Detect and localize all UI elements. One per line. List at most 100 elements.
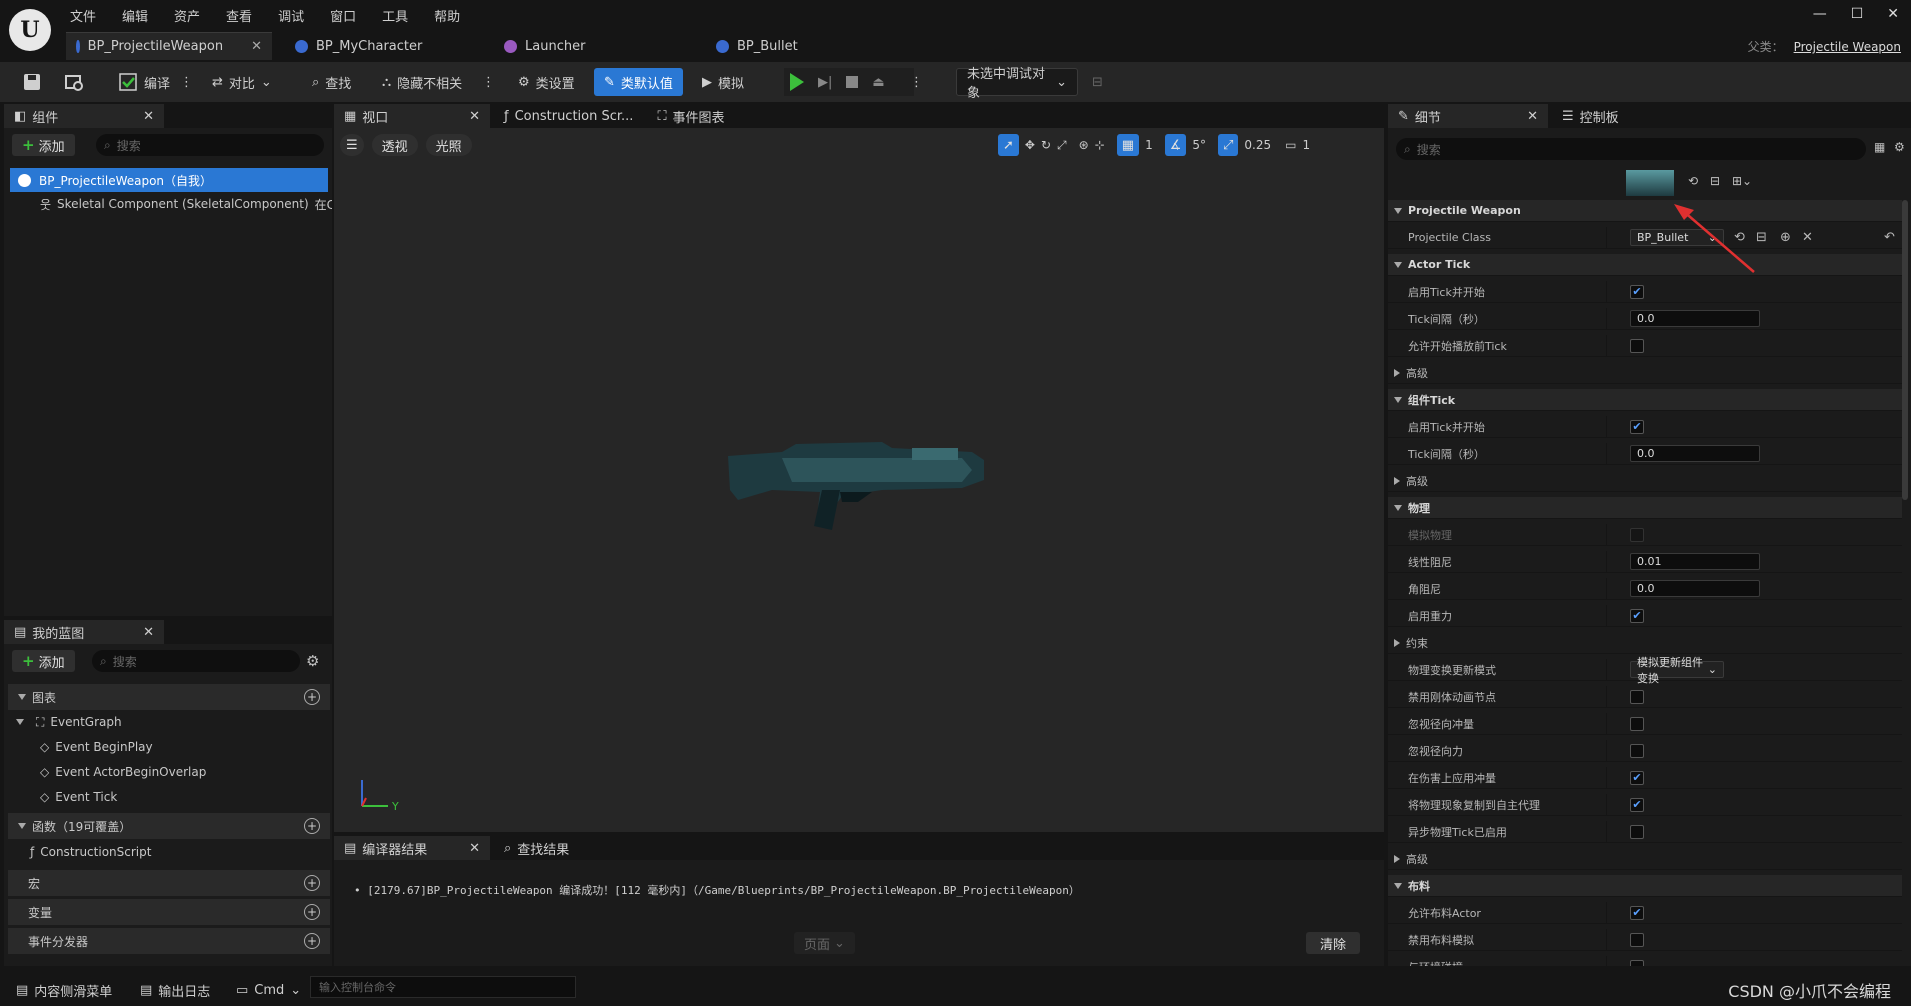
rotate-icon[interactable]: ↻ [1041, 138, 1051, 152]
property-checkbox[interactable]: ✔ [1630, 419, 1644, 434]
property-checkbox[interactable]: ✔ [1630, 905, 1644, 920]
details-section[interactable]: Actor Tick [1388, 254, 1902, 276]
eject-icon[interactable]: ⏏ [872, 75, 884, 90]
event-item[interactable]: ◇ Event ActorBeginOverlap [40, 760, 206, 784]
add-component-button[interactable]: + 添加 [12, 134, 75, 156]
menu-window[interactable]: 窗口 [330, 6, 356, 25]
components-search-input[interactable]: ⌕ 搜索 [96, 134, 324, 156]
column-divider[interactable] [1606, 524, 1607, 546]
menu-view[interactable]: 查看 [226, 6, 252, 25]
scale-snap-icon[interactable]: ⤢ [1218, 134, 1239, 156]
close-tab-icon[interactable]: ✕ [469, 109, 480, 124]
mesh-options-icon[interactable]: ⊞⌄ [1732, 174, 1752, 188]
graphs-section[interactable]: 图表 + [8, 684, 330, 710]
column-divider[interactable] [1606, 227, 1607, 249]
step-icon[interactable]: ▶| [818, 75, 832, 90]
surface-snap-icon[interactable]: ⊹ [1095, 138, 1105, 152]
property-row[interactable]: 高级 [1388, 362, 1902, 384]
rotation-snap-icon[interactable]: ∡ [1164, 134, 1187, 156]
maximize-icon[interactable]: ☐ [1851, 6, 1864, 22]
property-row[interactable]: 约束 [1388, 632, 1902, 654]
close-tab-icon[interactable]: ✕ [1527, 109, 1538, 124]
column-divider[interactable] [1606, 443, 1607, 465]
grid-snap-value[interactable]: 1 [1145, 138, 1153, 152]
console-command-input[interactable]: 输入控制台命令 [310, 976, 576, 998]
cmd-dropdown[interactable]: ▭ Cmd ⌄ [230, 976, 307, 1004]
minimize-icon[interactable]: — [1813, 6, 1827, 22]
event-item[interactable]: ◇ Event Tick [40, 785, 117, 809]
tab-find-results[interactable]: ⌕ 查找结果 [494, 836, 580, 860]
table-view-icon[interactable]: ▦ [1874, 140, 1885, 154]
property-value-input[interactable]: 0.0 [1630, 445, 1760, 462]
translate-icon[interactable]: ✥ [1025, 138, 1035, 152]
column-divider[interactable] [1606, 551, 1607, 573]
menu-help[interactable]: 帮助 [434, 6, 460, 25]
tab-compiler-results[interactable]: ▤ 编译器结果 ✕ [334, 836, 490, 860]
column-divider[interactable] [1606, 713, 1607, 735]
debug-filter-icon[interactable]: ⊟ [1086, 68, 1109, 96]
details-scrollbar[interactable] [1902, 200, 1908, 500]
column-divider[interactable] [1606, 902, 1607, 924]
variables-section[interactable]: 变量 + [8, 899, 330, 925]
property-row[interactable]: 高级 [1388, 470, 1902, 492]
scale-icon[interactable]: ⤢ [1057, 138, 1067, 153]
construction-script-item[interactable]: ƒ ConstructionScript [30, 840, 151, 864]
debug-target-dropdown[interactable]: 未选中调试对象 ⌄ [956, 67, 1078, 101]
functions-section[interactable]: 函数（19可覆盖） + [8, 813, 330, 839]
tab-details[interactable]: ✎ 细节 ✕ [1388, 104, 1548, 128]
column-divider[interactable] [1606, 578, 1607, 600]
property-checkbox[interactable] [1630, 932, 1644, 947]
details-section[interactable]: 组件Tick [1388, 389, 1902, 411]
column-divider[interactable] [1606, 929, 1607, 951]
tab-viewport[interactable]: ▦ 视口 ✕ [334, 104, 490, 128]
simulate-button[interactable]: ▶ 模拟 [696, 68, 750, 96]
column-divider[interactable] [1606, 281, 1607, 303]
component-child-item[interactable]: 웃 Skeletal Component (SkeletalComponent)… [40, 192, 332, 216]
browse-icon[interactable]: ⊟ [1710, 174, 1720, 188]
event-graph-item[interactable]: ⛶ EventGraph [10, 710, 332, 734]
details-section[interactable]: 物理 [1388, 497, 1902, 519]
property-checkbox[interactable] [1630, 338, 1644, 353]
stop-icon[interactable] [846, 76, 859, 88]
reset-icon[interactable]: ↶ [1884, 230, 1895, 245]
close-window-icon[interactable]: ✕ [1887, 6, 1899, 22]
property-row[interactable]: 高级 [1388, 848, 1902, 870]
event-item[interactable]: ◇ Event BeginPlay [40, 735, 153, 759]
tab-palette[interactable]: ☰ 控制板 [1552, 104, 1629, 128]
property-checkbox[interactable] [1630, 689, 1644, 704]
property-checkbox[interactable] [1630, 716, 1644, 731]
use-selected-icon[interactable]: ⟲ [1688, 174, 1698, 188]
coordinate-space-icon[interactable]: ⊛ [1079, 138, 1089, 152]
property-checkbox[interactable] [1630, 959, 1644, 966]
scale-snap-value[interactable]: 0.25 [1244, 138, 1271, 152]
find-button[interactable]: ⌕ 查找 [306, 68, 357, 96]
property-checkbox[interactable]: ✔ [1630, 284, 1644, 299]
property-checkbox[interactable] [1630, 743, 1644, 758]
column-divider[interactable] [1606, 767, 1607, 789]
property-value-input[interactable]: 0.0 [1630, 310, 1760, 327]
tab-bp-projectileweapon[interactable]: BP_ProjectileWeapon ✕ [66, 32, 272, 60]
dispatchers-section[interactable]: 事件分发器 + [8, 928, 330, 954]
column-divider[interactable] [1606, 416, 1607, 438]
create-icon[interactable]: ⊕ [1780, 230, 1791, 245]
hide-options-icon[interactable]: ⋮ [476, 68, 501, 96]
lighting-button[interactable]: 光照 [425, 134, 472, 156]
tab-bp-bullet[interactable]: BP_Bullet [706, 32, 808, 60]
property-checkbox[interactable]: ✔ [1630, 797, 1644, 812]
page-dropdown[interactable]: 页面 ⌄ [794, 932, 855, 954]
gear-icon[interactable]: ⚙ [1894, 140, 1905, 154]
close-tab-icon[interactable]: ✕ [251, 39, 262, 54]
browse-icon[interactable] [58, 68, 90, 96]
property-checkbox[interactable]: ✔ [1630, 770, 1644, 785]
property-checkbox[interactable] [1630, 824, 1644, 839]
menu-asset[interactable]: 资产 [174, 6, 200, 25]
add-function-icon[interactable]: + [304, 818, 320, 834]
column-divider[interactable] [1606, 605, 1607, 627]
tab-launcher[interactable]: Launcher [494, 32, 595, 60]
menu-edit[interactable]: 编辑 [122, 6, 148, 25]
add-graph-icon[interactable]: + [304, 689, 320, 705]
compile-button[interactable]: 编译 [112, 68, 176, 96]
add-dispatcher-icon[interactable]: + [304, 933, 320, 949]
diff-button[interactable]: ⇄ 对比 ⌄ [206, 68, 278, 96]
play-icon[interactable] [790, 73, 804, 91]
